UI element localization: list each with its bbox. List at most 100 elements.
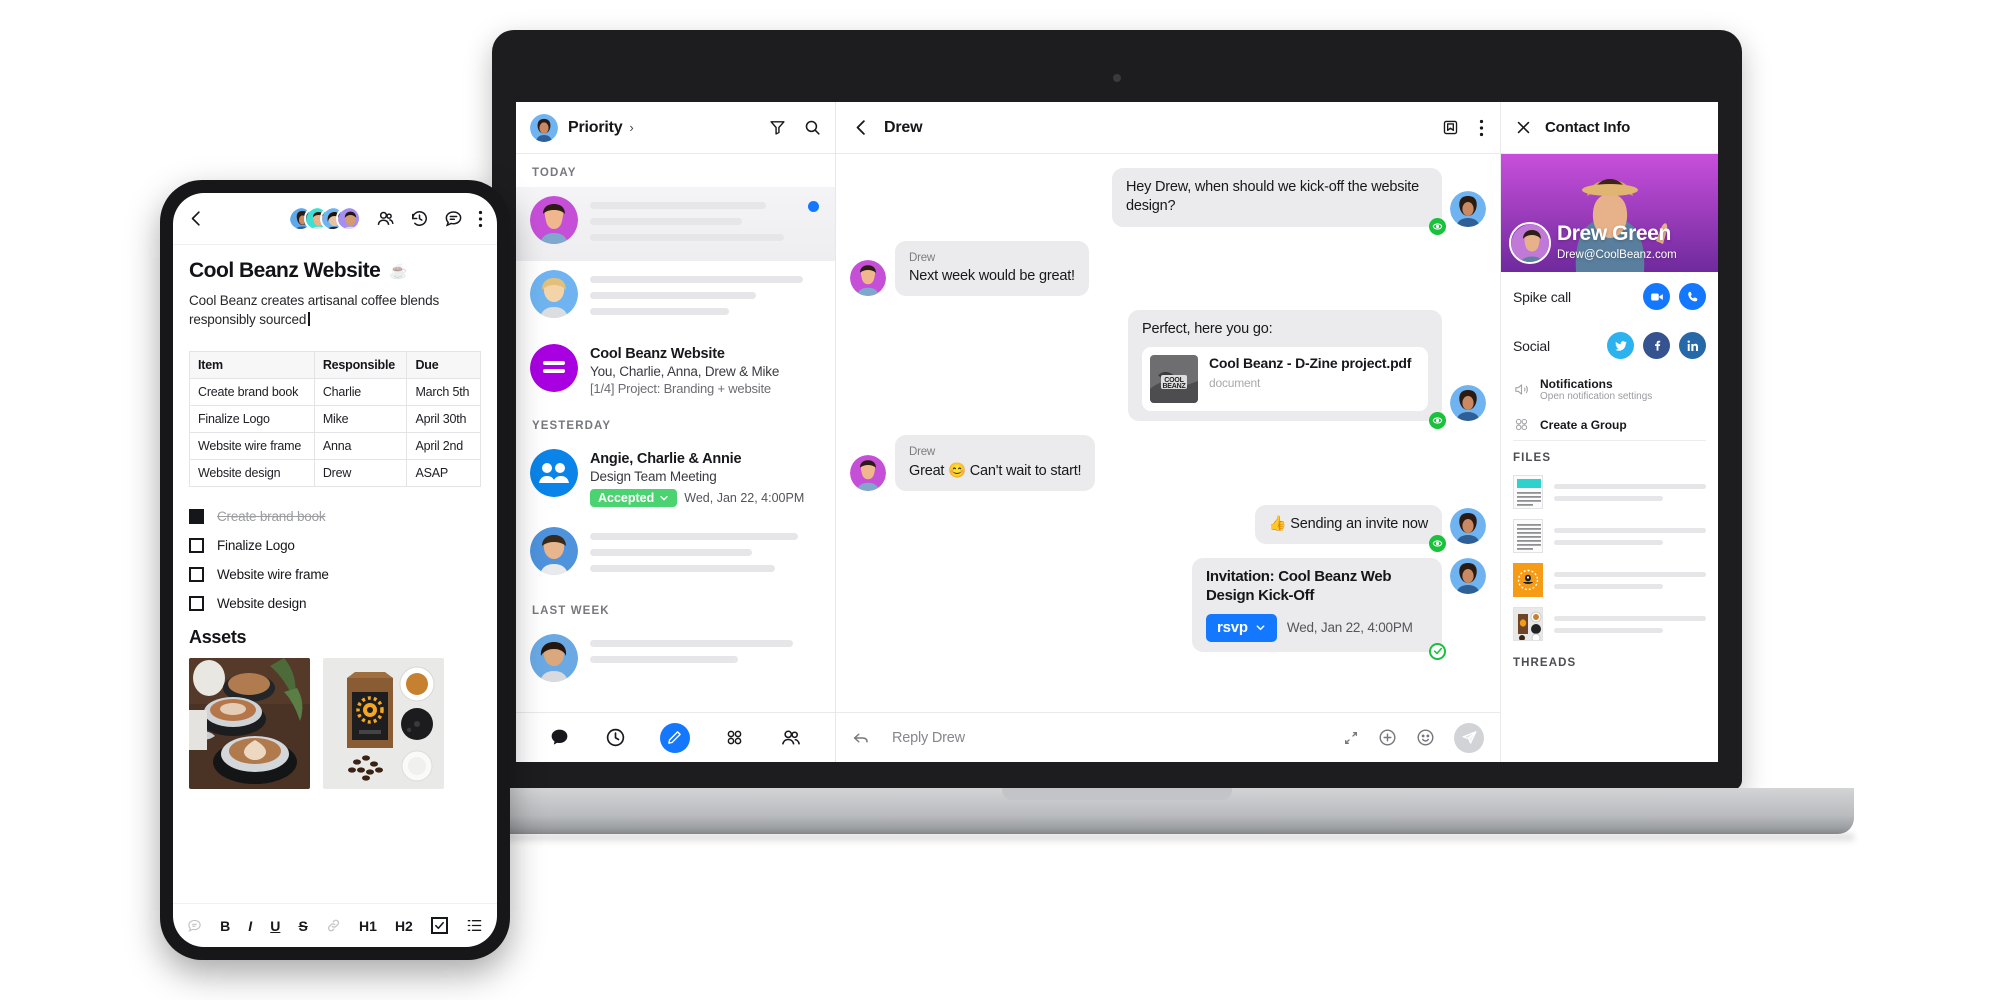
reply-arrow-icon[interactable] — [852, 729, 870, 747]
message-text: Perfect, here you go: — [1142, 321, 1273, 338]
message-incoming[interactable]: Drew Next week would be great! — [850, 240, 1486, 297]
chevron-down-icon — [1256, 625, 1265, 631]
back-chevron-icon[interactable] — [187, 209, 206, 228]
clock-icon[interactable] — [605, 727, 626, 748]
twitter-icon[interactable] — [1607, 332, 1634, 359]
heading2-icon[interactable]: H2 — [395, 918, 413, 934]
list-item[interactable] — [516, 261, 835, 335]
list-item[interactable] — [516, 518, 835, 592]
phone-call-icon[interactable] — [1679, 283, 1706, 310]
list-item[interactable] — [1501, 602, 1718, 646]
coffee-logo-thumb — [1513, 563, 1543, 597]
plus-circle-icon[interactable] — [1378, 728, 1397, 747]
apps-icon[interactable] — [724, 727, 745, 748]
expand-icon[interactable] — [1343, 730, 1359, 746]
invitation-card[interactable]: Invitation: Cool Beanz Web Design Kick-O… — [1192, 558, 1442, 652]
heading1-icon[interactable]: H1 — [359, 918, 377, 934]
format-toolbar[interactable]: B I U S H1 H2 — [173, 903, 497, 947]
message-text: Great 😊 Can't wait to start! — [909, 462, 1082, 479]
message-incoming[interactable]: Drew Great 😊 Can't wait to start! — [850, 435, 1486, 491]
priority-sidebar: Priority › TODAY Cool Beanz Website You,… — [516, 102, 836, 762]
message-outgoing[interactable]: Hey Drew, when should we kick-off the we… — [850, 168, 1486, 235]
message-outgoing-attachment[interactable]: Perfect, here you go: COOL BEANZ Cool Be… — [850, 310, 1486, 430]
message-outgoing[interactable]: 👍 Sending an invite now — [850, 504, 1486, 553]
emoji-icon[interactable] — [1416, 728, 1435, 747]
checklist-item[interactable]: Create brand book — [189, 509, 481, 525]
coffee-packaging-photo[interactable] — [323, 658, 444, 790]
table-row[interactable]: Create brand book Charlie March 5th — [189, 378, 481, 407]
list-item[interactable] — [516, 187, 835, 261]
rsvp-button[interactable]: rsvp — [1206, 613, 1277, 642]
checklist-item[interactable]: Website wire frame — [189, 567, 481, 583]
sidebar-title[interactable]: Priority — [568, 119, 623, 137]
video-call-icon[interactable] — [1643, 283, 1670, 310]
table-row[interactable]: Website wire frame Anna April 2nd — [189, 432, 481, 461]
participant-avatars[interactable] — [288, 206, 361, 231]
list-item-design-team-meeting[interactable]: Angie, Charlie & Annie Design Team Meeti… — [516, 440, 835, 518]
latte-art-photo[interactable] — [189, 658, 310, 790]
contact-info-title: Contact Info — [1545, 119, 1631, 136]
notifications-option[interactable]: Notifications Open notification settings — [1501, 370, 1718, 409]
reply-input[interactable]: Reply Drew — [892, 730, 965, 746]
avatar — [1450, 385, 1486, 422]
checkbox-icon[interactable] — [189, 538, 204, 554]
list-item-cool-beanz-website[interactable]: Cool Beanz Website You, Charlie, Anna, D… — [516, 335, 835, 407]
comment-icon[interactable] — [444, 209, 463, 228]
archive-icon[interactable] — [1442, 119, 1459, 136]
list-item[interactable] — [1501, 558, 1718, 602]
cell-due: March 5th — [406, 378, 481, 407]
avatar — [530, 634, 578, 682]
tasks-table[interactable]: Item Responsible Due Create brand book C… — [189, 351, 481, 488]
chevron-right-icon[interactable]: › — [629, 120, 633, 135]
checkbox-checked-icon[interactable] — [189, 509, 204, 525]
attachment-card[interactable]: COOL BEANZ Cool Beanz - D-Zine project.p… — [1142, 347, 1428, 412]
people-icon[interactable] — [376, 209, 395, 228]
status-badge-accepted[interactable]: Accepted — [590, 489, 678, 507]
checkbox-icon[interactable] — [189, 567, 204, 583]
assets-gallery[interactable] — [189, 658, 481, 790]
reply-bar[interactable]: Reply Drew — [836, 712, 1500, 762]
list-item[interactable] — [1501, 514, 1718, 558]
facebook-icon[interactable] — [1643, 332, 1670, 359]
user-avatar[interactable] — [530, 113, 558, 142]
history-icon[interactable] — [410, 209, 429, 228]
message-outgoing-invitation[interactable]: Invitation: Cool Beanz Web Design Kick-O… — [850, 558, 1486, 660]
checklist-label: Finalize Logo — [217, 538, 295, 554]
list-icon[interactable] — [466, 918, 483, 933]
phone-content[interactable]: Cool Beanz Website ☕ Cool Beanz creates … — [173, 245, 497, 903]
list-item[interactable] — [1501, 470, 1718, 514]
more-vertical-icon[interactable] — [1479, 119, 1484, 137]
message-sender: Drew — [909, 446, 936, 459]
project-description[interactable]: Cool Beanz creates artisanal coffee blen… — [189, 291, 481, 329]
people-icon[interactable] — [780, 727, 802, 749]
create-group-option[interactable]: Create a Group — [1501, 409, 1718, 440]
list-item[interactable] — [516, 625, 835, 693]
filter-icon[interactable] — [769, 119, 786, 136]
checklist-item[interactable]: Website design — [189, 596, 481, 612]
strikethrough-icon[interactable]: S — [298, 918, 307, 934]
search-icon[interactable] — [804, 119, 821, 136]
compose-icon[interactable] — [659, 722, 690, 753]
italic-icon[interactable]: I — [248, 918, 252, 934]
comment-icon[interactable] — [187, 918, 202, 933]
message-list[interactable]: Hey Drew, when should we kick-off the we… — [836, 154, 1500, 712]
checklist[interactable]: Create brand book Finalize Logo Website … — [189, 509, 481, 612]
checkbox-icon[interactable] — [430, 917, 448, 934]
underline-icon[interactable]: U — [270, 918, 280, 934]
chat-panel: Drew Hey Drew, when should we kick-off t… — [836, 102, 1500, 762]
laptop-device: Priority › TODAY Cool Beanz Website You,… — [380, 30, 1854, 844]
table-row[interactable]: Website design Drew ASAP — [189, 459, 481, 488]
list-item-title: Cool Beanz Website — [590, 346, 725, 362]
send-icon[interactable] — [1454, 722, 1484, 753]
link-icon[interactable] — [326, 918, 341, 933]
checklist-item[interactable]: Finalize Logo — [189, 538, 481, 554]
close-icon[interactable] — [1515, 119, 1532, 136]
sidebar-list[interactable]: TODAY Cool Beanz Website You, Charlie, A… — [516, 154, 835, 712]
checkbox-icon[interactable] — [189, 596, 204, 612]
more-vertical-icon[interactable] — [478, 210, 483, 228]
table-row[interactable]: Finalize Logo Mike April 30th — [189, 405, 481, 434]
back-chevron-icon[interactable] — [852, 118, 871, 137]
bold-icon[interactable]: B — [220, 918, 230, 934]
chat-icon[interactable] — [549, 727, 570, 748]
linkedin-icon[interactable] — [1679, 332, 1706, 359]
